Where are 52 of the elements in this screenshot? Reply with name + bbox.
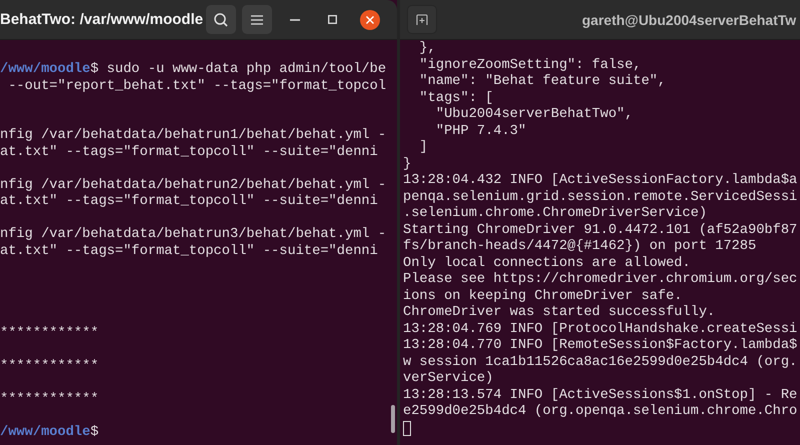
terminal-line: } [403,156,412,173]
new-tab-icon [416,14,428,25]
menu-button[interactable] [242,5,272,34]
terminal-line: ions on keeping ChromeDriver safe. [403,288,684,305]
terminal-line: "tags": [ [418,90,494,107]
terminal-line: Please see https://chromedriver.chromium.org/sec [403,272,798,288]
terminal-line: nfig /var/behatdata/behatrun3/behat/behat.yml - [0,227,388,244]
terminal-line: at.txt" --tags="format_topcoll" --suite="denni [0,244,379,260]
terminal-line: fs/branch-heads/4472@{#1462}) on port 17285 [403,239,758,256]
maximize-icon [328,15,336,24]
terminal-line: Starting ChromeDriver 91.0.4472.101 (af52a90bf87 [403,222,798,239]
terminal-line: ChromeDriver was started successfully. [403,305,716,322]
prompt-path: /www/moodle [0,425,90,440]
close-button[interactable] [360,10,380,30]
terminal-line: ] [418,140,429,156]
prompt-symbol: $ [90,425,99,440]
terminal-line: "Ubu2004serverBehatTwo", [434,107,634,124]
terminal-line: penqa.selenium.grid.session.remote.ServicedSessi [403,190,798,206]
prompt-symbol: $ [90,62,99,77]
prompt-path: /www/moodle [0,62,90,77]
close-icon [366,16,374,24]
scrollbar-thumb[interactable] [391,405,395,433]
terminal-line: 13:28:13.574 INFO [ActiveSessions$1.onStop] - Re [403,388,798,404]
terminal-line: w session 1ca1b11526ca8ac16e2599d0e25b4dc4 (org. [403,354,798,371]
window-title: BehatTwo: /var/www/moodle [0,10,200,28]
terminal-line: "ignoreZoomSetting": false, [418,58,642,74]
window-title: gareth@Ubu2004serverBehatTw [582,10,796,28]
terminal-line: at.txt" --tags="format_topcoll" --suite="denni [0,194,379,210]
terminal-line: ************ [0,392,100,408]
terminal-line: .selenium.chrome.ChromeDriverService) [403,206,708,222]
terminal-line: ************ [0,326,100,342]
terminal-line: 13:28:04.769 INFO [ProtocolHandshake.createSessi [403,322,798,338]
command-text: sudo -u www-data php admin/tool/be [106,62,386,77]
text-cursor [403,420,411,436]
terminal-line: "name": "Behat feature suite", [418,74,667,90]
terminal-line: Only local connections are allowed. [403,256,692,272]
terminal-line: nfig /var/behatdata/behatrun1/behat/behat.yml - [0,128,388,144]
terminal-line: nfig /var/behatdata/behatrun2/behat/behat.yml - [0,178,388,194]
terminal-line: verService) [403,371,494,388]
new-tab-button[interactable] [407,5,437,34]
terminal-line: }, [418,41,437,58]
terminal-line: --out="report_behat.txt" --tags="format_topcol [7,78,388,95]
minimize-icon [290,18,300,20]
search-button[interactable] [206,5,236,34]
terminal-line: at.txt" --tags="format_topcoll" --suite="denni [0,144,379,161]
terminal-line: "PHP 7.4.3" [434,124,528,140]
menu-icon [251,14,263,24]
terminal-line: 13:28:04.770 INFO [RemoteSession$Factory.lambda$ [403,338,798,354]
terminal-line: ************ [0,359,100,376]
search-icon [213,12,229,28]
terminal-line: 13:28:04.432 INFO [ActiveSessionFactory.lambda$a [403,173,798,190]
terminal-line: e2599d0e25b4dc4 (org.openqa.selenium.chrome.Chro [403,404,798,420]
